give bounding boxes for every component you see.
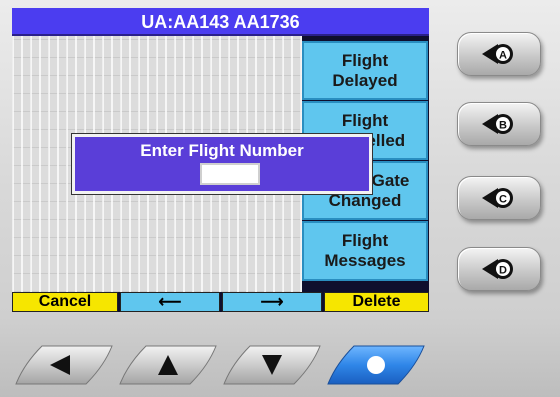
nav-up-button[interactable] (118, 344, 218, 386)
side-button-c[interactable]: C (457, 176, 541, 220)
menu-item-flight-messages[interactable]: Flight Messages (302, 221, 428, 281)
menu-item-flight-delayed[interactable]: Flight Delayed (302, 41, 428, 100)
cursor-left-button[interactable]: ⟵ (120, 292, 220, 312)
side-button-a-label: A (499, 50, 507, 62)
menu-item-line1: Flight (341, 110, 389, 130)
page-title: UA:AA143 AA1736 (12, 8, 429, 36)
delete-button[interactable]: Delete (324, 292, 429, 312)
select-dot-icon (367, 356, 385, 374)
softkey-row: Cancel ⟵ ⟶ Delete (12, 292, 429, 312)
display-screen: UA:AA143 AA1736 Flight Delayed Flight Ca… (12, 8, 429, 312)
nav-left-button[interactable] (14, 344, 114, 386)
side-button-c-label: C (499, 194, 507, 206)
side-button-a[interactable]: A (457, 32, 541, 76)
cancel-button[interactable]: Cancel (12, 292, 118, 312)
side-button-d[interactable]: D (457, 247, 541, 291)
menu-item-line1: Flight (341, 50, 389, 70)
side-button-b-icon: B (482, 114, 513, 134)
side-button-a-icon: A (482, 44, 513, 64)
menu-item-line2: Delayed (332, 70, 398, 90)
flight-number-dialog: Enter Flight Number (72, 134, 372, 194)
cursor-right-button[interactable]: ⟶ (222, 292, 322, 312)
menu-item-line2: Messages (324, 251, 406, 270)
menu-item-line1: Flight (341, 231, 389, 250)
side-button-b-label: B (499, 120, 507, 132)
side-button-b[interactable]: B (457, 102, 541, 146)
flight-number-input[interactable] (200, 163, 260, 185)
dialog-title: Enter Flight Number (140, 141, 304, 160)
nav-down-button[interactable] (222, 344, 322, 386)
side-button-c-icon: C (482, 188, 513, 208)
side-button-d-icon: D (482, 259, 513, 279)
nav-select-button[interactable] (326, 344, 426, 386)
side-button-d-label: D (499, 265, 507, 277)
